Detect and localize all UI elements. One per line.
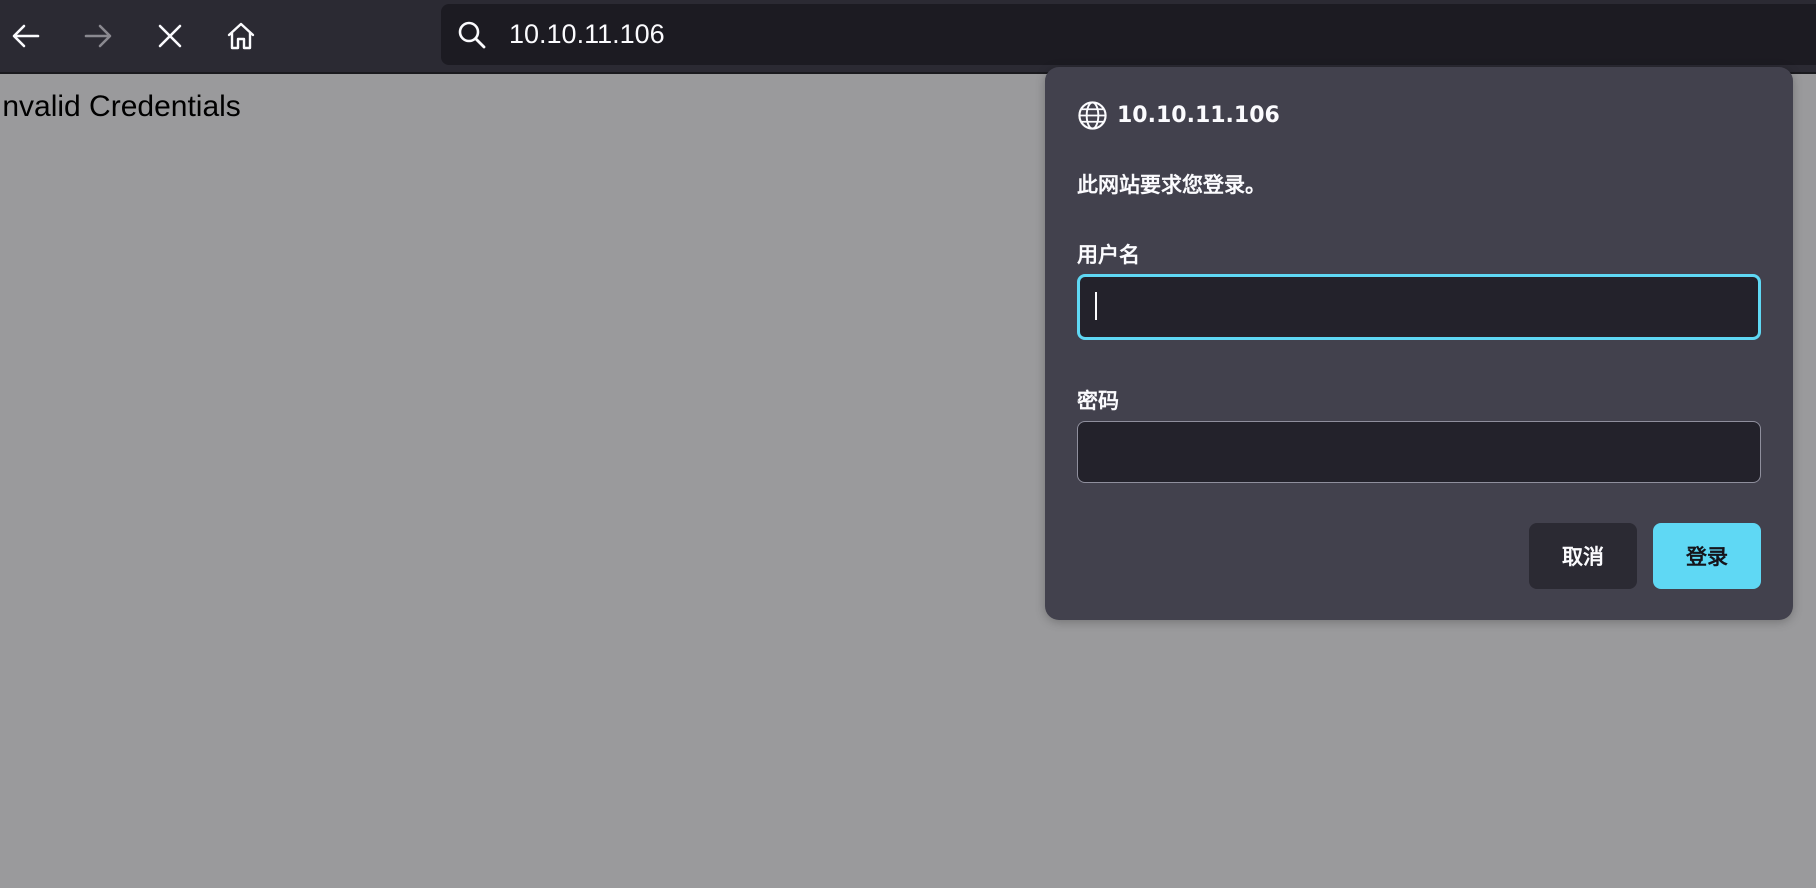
arrow-right-icon: [84, 24, 112, 48]
globe-icon: [1078, 100, 1107, 130]
close-icon: [158, 24, 182, 48]
username-label: 用户名: [1077, 243, 1140, 267]
arrow-left-icon: [12, 24, 40, 48]
cancel-button[interactable]: 取消: [1529, 523, 1637, 589]
url-text[interactable]: 10.10.11.106: [509, 4, 665, 65]
home-button[interactable]: [219, 14, 263, 58]
text-caret: [1095, 292, 1097, 320]
home-icon: [227, 22, 255, 50]
url-bar[interactable]: 10.10.11.106: [441, 4, 1816, 65]
password-label: 密码: [1077, 389, 1119, 413]
login-button[interactable]: 登录: [1653, 523, 1761, 589]
password-field[interactable]: [1077, 421, 1761, 483]
dialog-host: 10.10.11.106: [1117, 102, 1280, 128]
username-field[interactable]: [1077, 274, 1761, 340]
forward-button[interactable]: [76, 14, 120, 58]
search-icon: [458, 21, 486, 49]
dialog-host-row: 10.10.11.106: [1077, 99, 1280, 131]
back-button[interactable]: [4, 14, 48, 58]
auth-dialog: 10.10.11.106 此网站要求您登录。 用户名 密码 取消 登录: [1045, 67, 1793, 620]
dialog-message: 此网站要求您登录。: [1077, 173, 1266, 197]
stop-button[interactable]: [148, 14, 192, 58]
page-message: Invalid Credentials: [0, 90, 241, 123]
browser-toolbar: 10.10.11.106: [0, 0, 1816, 74]
